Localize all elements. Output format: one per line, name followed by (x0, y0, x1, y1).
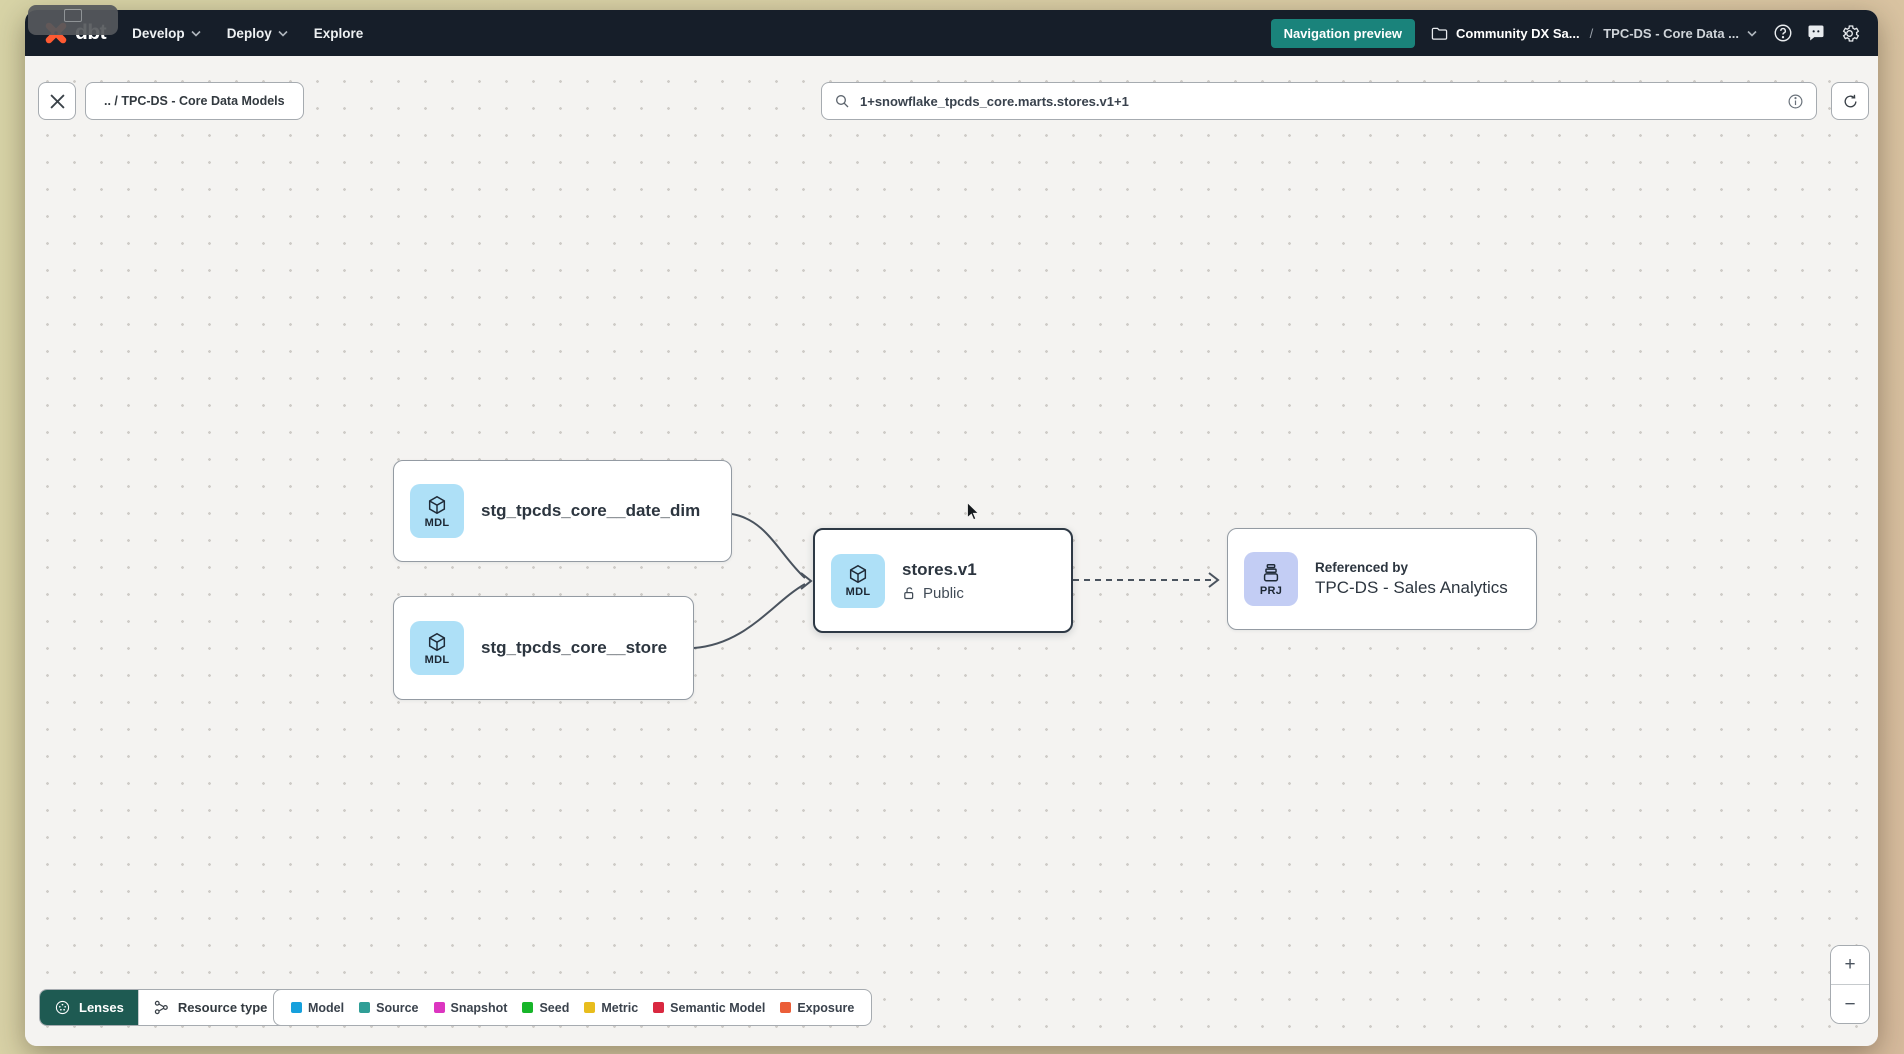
nav-develop-label: Develop (132, 26, 185, 41)
legend-exposure: Exposure (780, 1001, 854, 1015)
legend-swatch (584, 1002, 595, 1013)
node-stg-tpcds-core-date-dim[interactable]: MDL stg_tpcds_core__date_dim (393, 460, 732, 562)
breadcrumb-separator: / (1590, 26, 1594, 41)
node-type-tag: MDL (846, 586, 871, 598)
settings-gear-icon[interactable] (1839, 23, 1860, 44)
node-tpcds-sales-analytics[interactable]: PRJ Referenced by TPC-DS - Sales Analyti… (1227, 528, 1537, 630)
node-eyebrow: Referenced by (1315, 560, 1508, 575)
app-window: dbt Develop Deploy Explore Navigation pr… (25, 10, 1878, 1046)
model-icon: MDL (831, 554, 885, 608)
zoom-controls: + − (1830, 945, 1870, 1024)
node-label: TPC-DS - Sales Analytics (1315, 578, 1508, 598)
node-type-tag: MDL (425, 517, 450, 529)
folder-icon (1431, 26, 1448, 41)
chevron-down-icon (1747, 30, 1757, 37)
mouse-cursor (965, 502, 981, 521)
resource-type-label: Resource type (178, 1000, 268, 1015)
breadcrumb[interactable]: Community DX Sa... / TPC-DS - Core Data … (1431, 26, 1757, 41)
unlock-icon (902, 586, 917, 601)
lenses-button[interactable]: Lenses (40, 990, 138, 1025)
lineage-canvas[interactable]: .. / TPC-DS - Core Data Models MDL (25, 56, 1878, 1046)
search-input[interactable] (858, 93, 1779, 110)
refresh-button[interactable] (1831, 82, 1869, 120)
node-label: stores.v1 (902, 560, 977, 580)
archive-icon (1260, 562, 1282, 584)
breadcrumb-project: Community DX Sa... (1456, 26, 1580, 41)
nav-deploy[interactable]: Deploy (227, 26, 288, 41)
lenses-control: Lenses Resource type (39, 989, 301, 1026)
graph-nodes-icon (153, 999, 170, 1016)
chevron-down-icon (191, 30, 201, 37)
model-icon: MDL (410, 621, 464, 675)
screen-capture-pill (28, 5, 118, 35)
breadcrumb-section: TPC-DS - Core Data ... (1603, 26, 1739, 41)
lens-icon (54, 999, 71, 1016)
navigation-preview-badge[interactable]: Navigation preview (1271, 19, 1415, 48)
resource-type-legend: Model Source Snapshot Seed Metric Semant… (273, 989, 872, 1026)
legend-metric: Metric (584, 1001, 638, 1015)
nav-develop[interactable]: Develop (132, 26, 201, 41)
nav-deploy-label: Deploy (227, 26, 272, 41)
legend-swatch (780, 1002, 791, 1013)
cube-icon (426, 494, 448, 516)
node-label: stg_tpcds_core__store (481, 638, 667, 658)
search-icon (834, 93, 850, 109)
nav-explore-label: Explore (314, 26, 364, 41)
node-label: stg_tpcds_core__date_dim (481, 501, 700, 521)
lenses-label: Lenses (79, 1000, 124, 1015)
cube-icon (847, 563, 869, 585)
lineage-search (821, 82, 1817, 120)
close-icon (50, 94, 65, 109)
model-icon: MDL (410, 484, 464, 538)
legend-swatch (653, 1002, 664, 1013)
lineage-path-chip[interactable]: .. / TPC-DS - Core Data Models (85, 82, 304, 120)
legend-swatch (434, 1002, 445, 1013)
refresh-icon (1842, 93, 1859, 110)
legend-swatch (291, 1002, 302, 1013)
node-stores-v1[interactable]: MDL stores.v1 Public (813, 528, 1073, 633)
close-lineage-button[interactable] (38, 82, 76, 120)
legend-semantic-model: Semantic Model (653, 1001, 765, 1015)
nav-explore[interactable]: Explore (314, 26, 364, 41)
top-navbar: dbt Develop Deploy Explore Navigation pr… (25, 10, 1878, 56)
legend-seed: Seed (522, 1001, 569, 1015)
node-access: Public (902, 585, 977, 602)
cube-icon (426, 631, 448, 653)
desktop-background: dbt Develop Deploy Explore Navigation pr… (0, 0, 1904, 1054)
node-stg-tpcds-core-store[interactable]: MDL stg_tpcds_core__store (393, 596, 694, 700)
legend-swatch (359, 1002, 370, 1013)
legend-source: Source (359, 1001, 418, 1015)
node-type-tag: MDL (425, 654, 450, 666)
chevron-down-icon (278, 30, 288, 37)
access-label: Public (923, 585, 964, 602)
info-icon[interactable] (1787, 93, 1804, 110)
legend-model: Model (291, 1001, 344, 1015)
node-type-tag: PRJ (1260, 585, 1282, 597)
zoom-in-button[interactable]: + (1831, 946, 1869, 984)
zoom-out-button[interactable]: − (1831, 985, 1869, 1023)
help-icon[interactable] (1773, 23, 1793, 43)
project-icon: PRJ (1244, 552, 1298, 606)
feedback-icon[interactable] (1806, 23, 1826, 43)
legend-snapshot: Snapshot (434, 1001, 508, 1015)
legend-swatch (522, 1002, 533, 1013)
